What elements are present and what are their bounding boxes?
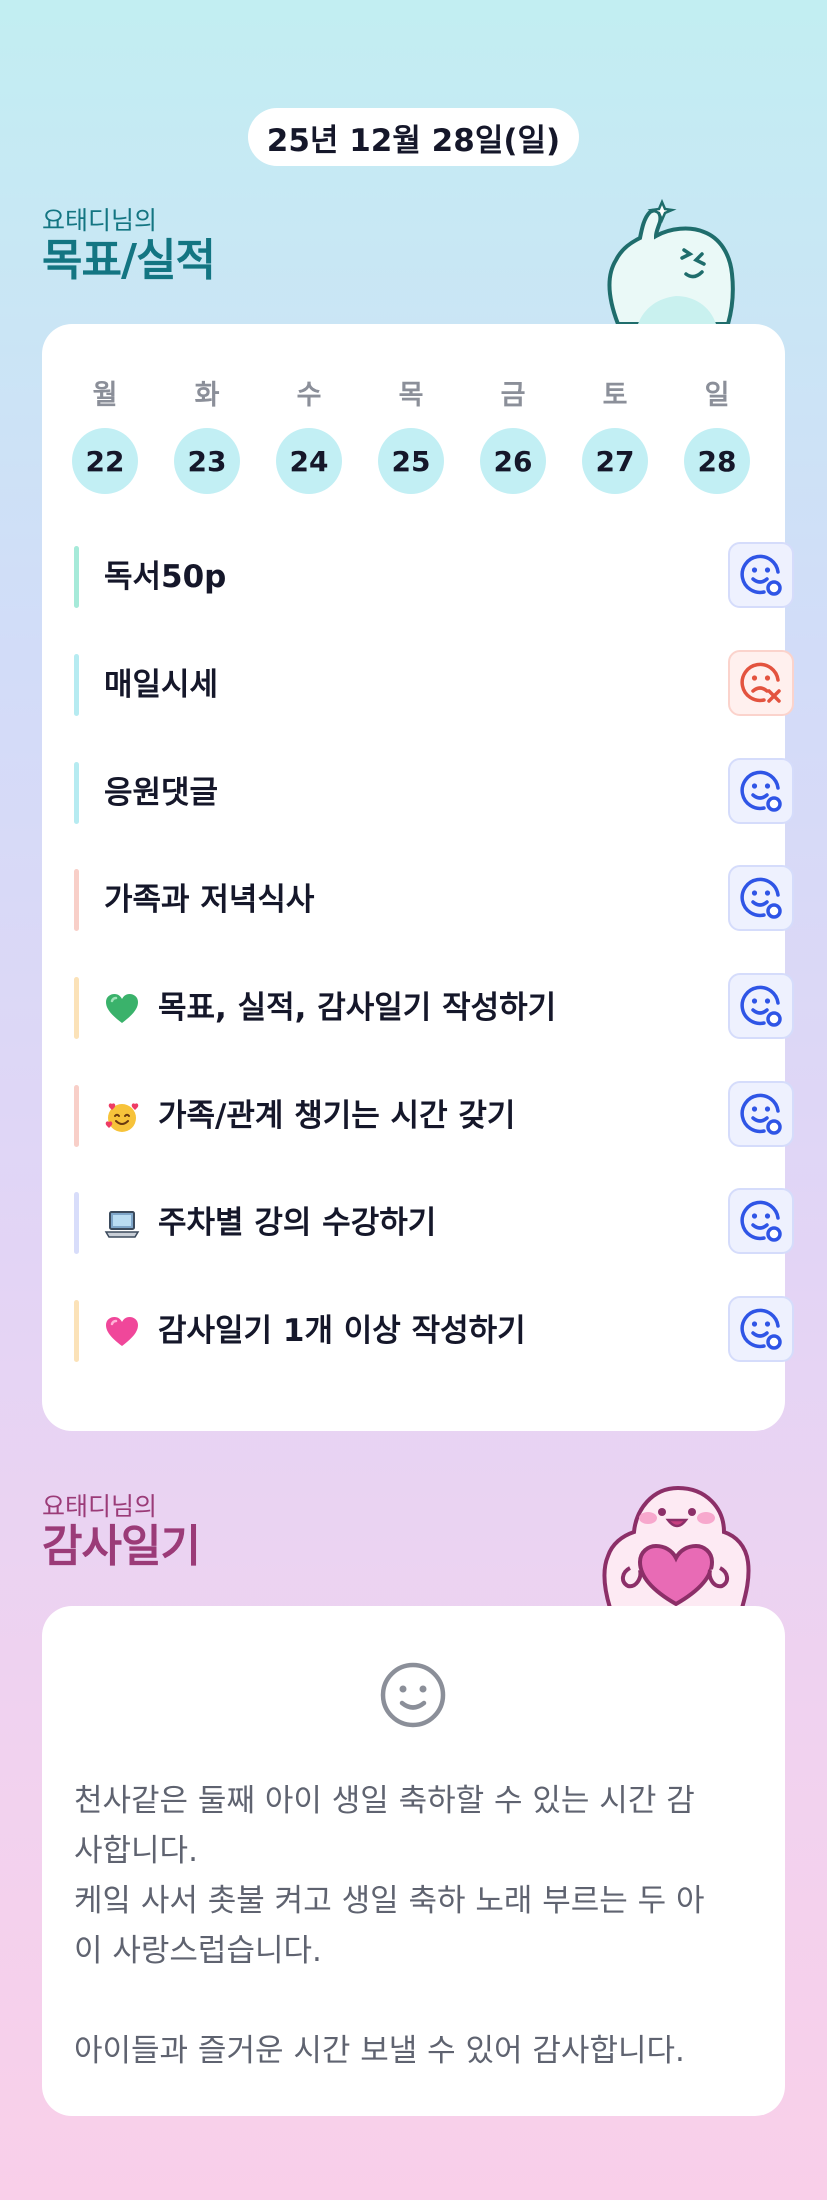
weekday-label: 금 (500, 380, 526, 411)
goal-label: 목표, 실적, 감사일기 작성하기 (158, 990, 557, 1026)
goal-status-button[interactable] (728, 650, 794, 716)
smile-check-icon (740, 985, 782, 1027)
pink-heart-icon (106, 1317, 138, 1346)
goal-color-bar (74, 869, 79, 931)
smile-check-icon (740, 1308, 782, 1350)
thanks-owner-label: 요태디님의 (42, 1492, 158, 1521)
goal-row[interactable]: 주차별 강의 수강하기 (74, 1188, 794, 1258)
goal-status-button[interactable] (728, 1081, 794, 1147)
goal-label: 가족과 저녁식사 (104, 882, 315, 918)
date-circle[interactable]: 27 (582, 428, 648, 494)
goal-color-bar (74, 762, 79, 824)
day-thu[interactable]: 목 25 (378, 376, 444, 494)
goals-title: 목표/실적 (42, 235, 216, 286)
day-wed[interactable]: 수 24 (276, 376, 342, 494)
laptop-icon (104, 1211, 140, 1238)
weekday-label: 토 (602, 380, 628, 411)
date-circle[interactable]: 24 (276, 428, 342, 494)
goal-label: 감사일기 1개 이상 작성하기 (158, 1313, 526, 1349)
goal-color-bar (74, 546, 79, 608)
goal-status-button[interactable] (728, 1296, 794, 1362)
date-circle[interactable]: 22 (72, 428, 138, 494)
day-sat[interactable]: 토 27 (582, 376, 648, 494)
weekday-label: 일 (704, 380, 730, 411)
goal-color-bar (74, 1085, 79, 1147)
goal-status-button[interactable] (728, 758, 794, 824)
goal-status-button[interactable] (728, 973, 794, 1039)
day-mon[interactable]: 월 22 (72, 376, 138, 494)
date-circle[interactable]: 23 (174, 428, 240, 494)
goals-section-header: 요태디님의 목표/실적 (42, 206, 216, 286)
goal-label: 가족/관계 챙기는 시간 갖기 (158, 1098, 516, 1134)
teal-mascot-illustration (607, 198, 735, 324)
smile-check-icon (740, 770, 782, 812)
goal-color-bar (74, 654, 79, 716)
goal-label: 주차별 강의 수강하기 (158, 1205, 437, 1241)
goal-status-button[interactable] (728, 542, 794, 608)
smiling-face-with-hearts-icon (105, 1103, 139, 1132)
goal-label: 독서50p (104, 559, 227, 595)
goal-row[interactable]: 응원댓글 (74, 758, 794, 828)
neutral-smile-icon[interactable] (378, 1660, 448, 1730)
weekday-label: 화 (194, 380, 220, 411)
goals-card: 월 22 화 23 수 24 목 25 금 26 토 27 일 28 독서50p… (42, 324, 794, 1431)
goal-row[interactable]: 독서50p (74, 542, 794, 612)
goal-color-bar (74, 977, 79, 1039)
goal-row[interactable]: 가족/관계 챙기는 시간 갖기 (74, 1081, 794, 1151)
smile-check-icon (740, 554, 782, 596)
goal-row[interactable]: 매일시세 (74, 650, 794, 720)
goal-label: 매일시세 (104, 667, 219, 703)
smile-check-icon (740, 1093, 782, 1135)
smile-check-icon (740, 877, 782, 919)
thanks-section-header: 요태디님의 감사일기 (42, 1492, 201, 1572)
thanks-card: 천사같은 둘째 아이 생일 축하할 수 있는 시간 감 사합니다. 케잌 사서 … (42, 1606, 785, 2116)
weekday-label: 목 (398, 380, 424, 411)
date-circle[interactable]: 25 (378, 428, 444, 494)
smile-check-icon (740, 1200, 782, 1242)
day-tue[interactable]: 화 23 (174, 376, 240, 494)
goal-row[interactable]: 감사일기 1개 이상 작성하기 (74, 1296, 794, 1366)
day-sun[interactable]: 일 28 (684, 376, 750, 494)
goal-status-button[interactable] (728, 1188, 794, 1254)
thanks-title: 감사일기 (42, 1521, 201, 1572)
goal-color-bar (74, 1192, 79, 1254)
goal-color-bar (74, 1300, 79, 1362)
weekday-label: 수 (296, 380, 322, 411)
gratitude-diary-text: 천사같은 둘째 아이 생일 축하할 수 있는 시간 감 사합니다. 케잌 사서 … (74, 1783, 705, 2069)
date-circle[interactable]: 26 (480, 428, 546, 494)
weekday-label: 월 (92, 380, 118, 411)
week-strip: 월 22 화 23 수 24 목 25 금 26 토 27 일 28 (72, 376, 752, 496)
green-heart-icon (106, 994, 138, 1023)
day-fri[interactable]: 금 26 (480, 376, 546, 494)
goal-row[interactable]: 목표, 실적, 감사일기 작성하기 (74, 973, 794, 1043)
date-pill[interactable]: 25년 12월 28일(일) (248, 108, 579, 166)
frown-x-icon (740, 662, 781, 703)
goal-label: 응원댓글 (104, 775, 219, 811)
goal-status-button[interactable] (728, 865, 794, 931)
pink-mascot-illustration (602, 1485, 751, 1608)
date-circle[interactable]: 28 (684, 428, 750, 494)
goals-owner-label: 요태디님의 (42, 206, 158, 235)
goal-row[interactable]: 가족과 저녁식사 (74, 865, 794, 935)
